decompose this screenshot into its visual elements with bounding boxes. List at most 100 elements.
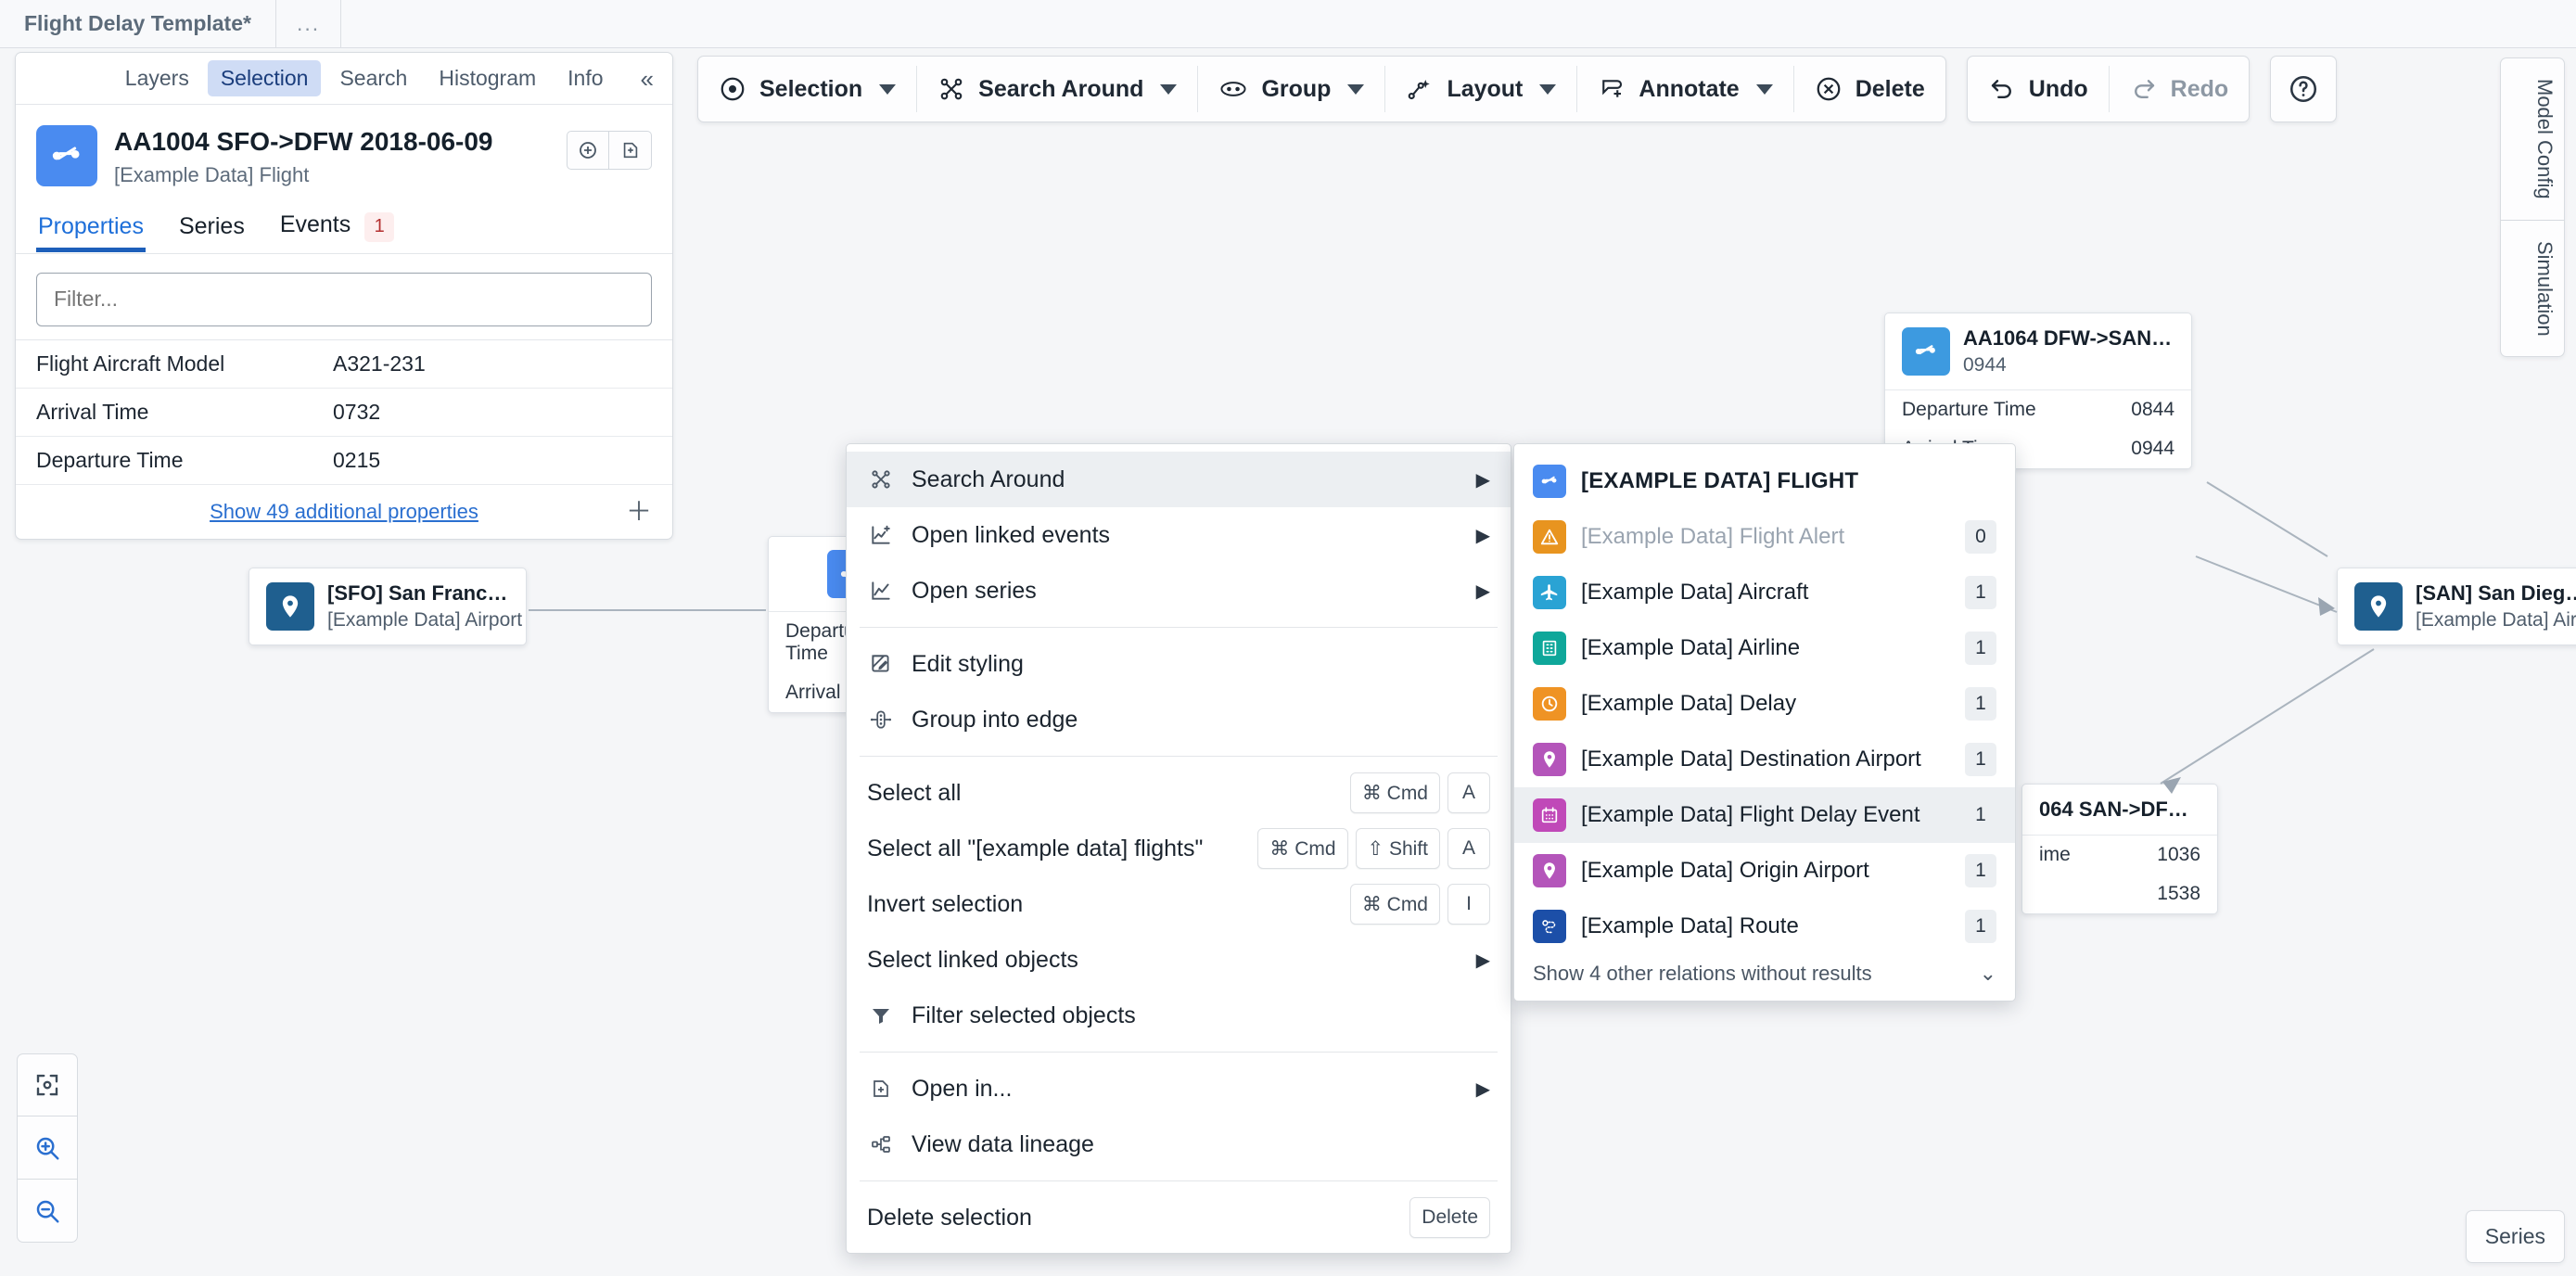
tab-properties[interactable]: Properties <box>36 204 146 252</box>
undo-button[interactable]: Undo <box>1968 57 2109 121</box>
filter-icon <box>867 1004 895 1027</box>
panel-tab-bar: Layers Selection Search Histogram Info « <box>16 53 672 105</box>
menu-item-invert-selection[interactable]: Invert selection ⌘ Cmd I <box>847 876 1511 932</box>
menu-item-label: Filter selected objects <box>912 1002 1136 1028</box>
vtab-simulation[interactable]: Simulation <box>2500 220 2565 358</box>
building-icon <box>1533 632 1566 665</box>
submenu-item-delay[interactable]: [Example Data] Delay 1 <box>1514 676 2015 732</box>
chevron-down-icon[interactable] <box>1539 83 1557 95</box>
fit-to-screen-button[interactable] <box>17 1053 78 1116</box>
menu-item-select-all[interactable]: Select all ⌘ Cmd A <box>847 765 1511 821</box>
vtab-model-config[interactable]: Model Config <box>2500 57 2565 221</box>
layout-button[interactable]: Layout <box>1385 57 1576 121</box>
annotate-button[interactable]: Annotate <box>1577 57 1792 121</box>
properties-footer: Show 49 additional properties ＋ <box>16 485 672 539</box>
table-row[interactable]: Arrival Time 0732 <box>16 389 672 437</box>
node-sfo-airport[interactable]: [SFO] San Francisco ... [Example Data] A… <box>249 568 527 645</box>
filter-input[interactable] <box>36 272 652 326</box>
node-row: 1538 <box>2022 874 2217 913</box>
submenu-item-aircraft[interactable]: [Example Data] Aircraft 1 <box>1514 565 2015 620</box>
properties-table: Flight Aircraft Model A321-231 Arrival T… <box>16 338 672 539</box>
menu-item-view-data-lineage[interactable]: View data lineage <box>847 1116 1511 1172</box>
submenu-item-label: [Example Data] Airline <box>1581 635 1801 660</box>
panel-tab-layers[interactable]: Layers <box>112 60 202 96</box>
tab-flight-delay-template[interactable]: Flight Delay Template* <box>0 0 276 47</box>
selection-tool-label: Selection <box>759 75 863 102</box>
search-around-button[interactable]: Search Around <box>917 57 1197 121</box>
zoom-out-button[interactable] <box>17 1180 78 1243</box>
submenu-item-flight-delay-event[interactable]: [Example Data] Flight Delay Event 1 <box>1514 787 2015 843</box>
selection-tool-button[interactable]: Selection <box>698 57 916 121</box>
undo-label: Undo <box>2028 75 2088 102</box>
annotate-icon <box>1598 75 1626 103</box>
series-tab-button[interactable]: Series <box>2465 1210 2565 1263</box>
collapse-panel-icon[interactable]: « <box>635 65 659 93</box>
menu-item-filter-selected-objects[interactable]: Filter selected objects <box>847 988 1511 1043</box>
panel-tab-selection[interactable]: Selection <box>207 60 322 96</box>
submenu-item-airline[interactable]: [Example Data] Airline 1 <box>1514 620 2015 676</box>
menu-divider <box>860 756 1498 757</box>
group-icon <box>1218 75 1248 103</box>
menu-item-open-series[interactable]: Open series ▶ <box>847 563 1511 619</box>
panel-tab-info[interactable]: Info <box>555 60 616 96</box>
menu-item-delete-selection[interactable]: Delete selection Delete <box>847 1190 1511 1245</box>
zoom-out-icon <box>36 1200 59 1222</box>
menu-item-label: Edit styling <box>912 650 1024 677</box>
toolbar-group-history: Undo Redo <box>1966 56 2251 122</box>
menu-item-open-in[interactable]: Open in... ▶ <box>847 1061 1511 1116</box>
chevron-down-icon[interactable] <box>1347 83 1365 95</box>
entity-header: AA1004 SFO->DFW 2018-06-09 [Example Data… <box>16 105 672 202</box>
menu-item-select-linked-objects[interactable]: Select linked objects ▶ <box>847 932 1511 988</box>
panel-tab-search[interactable]: Search <box>326 60 420 96</box>
menu-item-search-around[interactable]: Search Around ▶ <box>847 452 1511 507</box>
menu-item-open-linked-events[interactable]: Open linked events ▶ <box>847 507 1511 563</box>
flight-node-icon <box>1902 327 1950 376</box>
application-tab-bar: Flight Delay Template* ... <box>0 0 2576 48</box>
submenu-header-label: [EXAMPLE DATA] FLIGHT <box>1581 468 1859 493</box>
menu-item-label: Invert selection <box>867 890 1024 917</box>
redo-button[interactable]: Redo <box>2110 57 2250 121</box>
layout-icon <box>1406 75 1434 103</box>
chevron-down-icon[interactable] <box>1160 83 1178 95</box>
tab-series[interactable]: Series <box>177 204 247 251</box>
chevron-down-icon[interactable] <box>879 83 897 95</box>
node-title: AA1064 DFW->SAN 2018... <box>1963 326 2174 350</box>
submenu-item-flight-alert[interactable]: [Example Data] Flight Alert 0 <box>1514 509 2015 565</box>
tab-more[interactable]: ... <box>276 0 342 47</box>
submenu-show-more[interactable]: Show 4 other relations without results ⌄ <box>1514 954 2015 995</box>
menu-item-select-all-flights[interactable]: Select all "[example data] flights" ⌘ Cm… <box>847 821 1511 876</box>
submenu-item-destination-airport[interactable]: [Example Data] Destination Airport 1 <box>1514 732 2015 787</box>
chevron-right-icon: ▶ <box>1475 950 1490 971</box>
search-around-submenu: [EXAMPLE DATA] FLIGHT [Example Data] Fli… <box>1513 443 2016 1002</box>
delete-button[interactable]: Delete <box>1794 57 1945 121</box>
node-subtitle: [Example Data] Airport <box>327 609 523 631</box>
chevron-right-icon: ▶ <box>1475 469 1490 491</box>
menu-item-edit-styling[interactable]: Edit styling <box>847 636 1511 692</box>
table-row[interactable]: Flight Aircraft Model A321-231 <box>16 340 672 389</box>
submenu-show-more-label: Show 4 other relations without results <box>1533 962 1872 985</box>
show-additional-properties-link[interactable]: Show 49 additional properties <box>210 500 478 524</box>
node-san-airport[interactable]: [SAN] San Diego Inte [Example Data] Airp… <box>2337 568 2576 645</box>
key-cmd: ⌘ Cmd <box>1349 884 1440 925</box>
chevron-right-icon: ▶ <box>1475 581 1490 602</box>
map-pin-icon <box>266 582 314 631</box>
menu-item-group-into-edge[interactable]: Group into edge <box>847 692 1511 747</box>
zoom-in-button[interactable] <box>17 1116 78 1180</box>
table-row[interactable]: Departure Time 0215 <box>16 437 672 485</box>
add-property-icon[interactable]: ＋ <box>626 498 652 525</box>
panel-tab-histogram[interactable]: Histogram <box>426 60 549 96</box>
submenu-item-label: [Example Data] Route <box>1581 913 1799 938</box>
submenu-item-origin-airport[interactable]: [Example Data] Origin Airport 1 <box>1514 843 2015 899</box>
property-key: Flight Aircraft Model <box>36 351 225 376</box>
menu-divider <box>860 1052 1498 1053</box>
submenu-item-route[interactable]: [Example Data] Route 1 <box>1514 899 2015 954</box>
help-icon <box>2290 75 2317 103</box>
group-button[interactable]: Group <box>1198 57 1384 121</box>
data-lineage-icon <box>867 1133 895 1155</box>
focus-entity-icon[interactable] <box>567 131 609 170</box>
node-flight-aa1064-san-dfw[interactable]: 064 SAN->DFW 2018... ime 1036 1538 <box>2021 784 2218 914</box>
tab-events[interactable]: Events 1 <box>278 202 396 253</box>
help-button[interactable] <box>2270 56 2338 122</box>
open-entity-icon[interactable] <box>609 131 652 170</box>
chevron-down-icon[interactable] <box>1755 83 1773 95</box>
